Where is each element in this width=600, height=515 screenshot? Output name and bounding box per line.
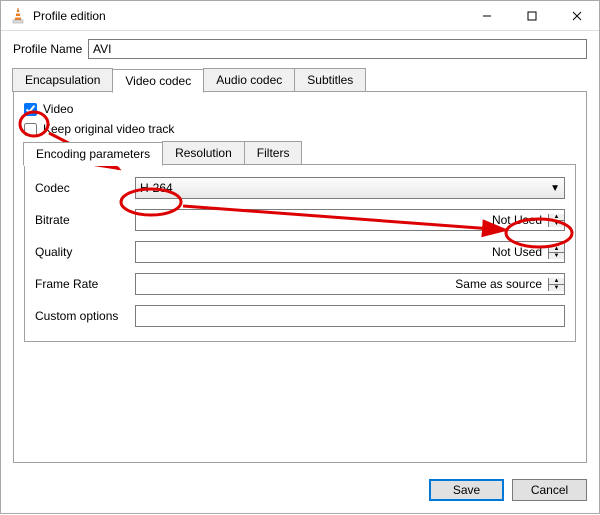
quality-up-icon[interactable]: ▲ <box>549 246 564 253</box>
custom-options-input[interactable] <box>135 305 565 327</box>
quality-value: Not Used <box>136 245 548 259</box>
framerate-spinner[interactable]: Same as source ▲▼ <box>135 273 565 295</box>
profile-name-label: Profile Name <box>13 42 88 56</box>
close-button[interactable] <box>554 1 599 30</box>
bitrate-spinner[interactable]: Not Used ▲▼ <box>135 209 565 231</box>
framerate-value: Same as source <box>136 277 548 291</box>
bitrate-down-icon[interactable]: ▼ <box>549 221 564 227</box>
codec-combo[interactable]: H-264 ▼ <box>135 177 565 199</box>
minimize-button[interactable] <box>464 1 509 30</box>
cancel-button[interactable]: Cancel <box>512 479 587 501</box>
titlebar: Profile edition <box>1 1 599 31</box>
bitrate-value: Not Used <box>136 213 548 227</box>
keep-original-checkbox[interactable] <box>24 123 37 136</box>
codec-value: H-264 <box>140 181 173 195</box>
tab-encapsulation[interactable]: Encapsulation <box>12 68 113 92</box>
tab-video-codec[interactable]: Video codec <box>112 69 204 93</box>
maximize-button[interactable] <box>509 1 554 30</box>
bitrate-label: Bitrate <box>35 213 135 227</box>
inner-tab-filters[interactable]: Filters <box>244 141 303 165</box>
quality-label: Quality <box>35 245 135 259</box>
framerate-up-icon[interactable]: ▲ <box>549 278 564 285</box>
custom-options-label: Custom options <box>35 309 135 323</box>
quality-down-icon[interactable]: ▼ <box>549 253 564 259</box>
codec-label: Codec <box>35 181 135 195</box>
bitrate-up-icon[interactable]: ▲ <box>549 214 564 221</box>
vlc-cone-icon <box>9 7 27 25</box>
inner-tab-resolution[interactable]: Resolution <box>162 141 245 165</box>
quality-spinner[interactable]: Not Used ▲▼ <box>135 241 565 263</box>
save-button[interactable]: Save <box>429 479 504 501</box>
profile-name-input[interactable] <box>88 39 587 59</box>
profile-edition-window: Profile edition Profile Name Encapsulati… <box>0 0 600 514</box>
video-checkbox[interactable] <box>24 103 37 116</box>
framerate-down-icon[interactable]: ▼ <box>549 285 564 291</box>
tab-subtitles[interactable]: Subtitles <box>294 68 366 92</box>
tab-audio-codec[interactable]: Audio codec <box>203 68 295 92</box>
inner-tab-encoding[interactable]: Encoding parameters <box>23 142 163 166</box>
chevron-down-icon: ▼ <box>550 183 560 194</box>
framerate-label: Frame Rate <box>35 277 135 291</box>
window-title: Profile edition <box>33 9 106 23</box>
video-checkbox-label: Video <box>43 102 73 116</box>
keep-original-label: Keep original video track <box>43 122 174 136</box>
